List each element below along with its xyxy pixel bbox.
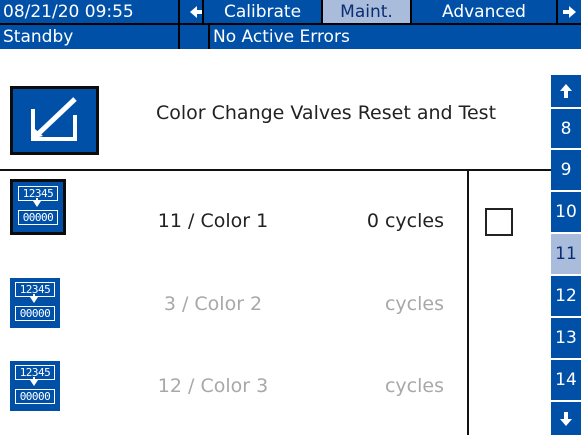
tab-calibrate[interactable]: Calibrate: [204, 0, 321, 23]
tab-maint[interactable]: Maint.: [323, 0, 410, 23]
counter-reset-icon: 12345 00000: [14, 282, 56, 324]
arrow-left-icon: [189, 5, 202, 18]
page-tab-8[interactable]: 8: [551, 109, 581, 148]
test-checkbox[interactable]: [485, 208, 513, 236]
status-spacer: [180, 25, 208, 49]
status-display: Standby: [0, 25, 178, 49]
page-tab-9[interactable]: 9: [551, 150, 581, 190]
cycle-count: cycles: [384, 375, 444, 397]
arrow-up-icon: [560, 84, 572, 98]
page-tab-11[interactable]: 11: [551, 234, 581, 274]
page-tab-10[interactable]: 10: [551, 192, 581, 232]
cycle-count: 0 cycles: [366, 210, 444, 232]
edit-button[interactable]: [10, 86, 99, 155]
page-tab-14[interactable]: 14: [551, 360, 581, 400]
valve-name: 11 / Color 1: [157, 210, 269, 232]
counter-reset-icon: 12345 00000: [14, 365, 56, 407]
nav-forward-button[interactable]: [558, 0, 581, 23]
reset-counter-button[interactable]: 12345 00000: [10, 179, 66, 235]
scroll-up-button[interactable]: [551, 75, 581, 107]
error-status: No Active Errors: [210, 25, 581, 49]
valve-name: 3 / Color 2: [163, 293, 263, 315]
page-title: Color Change Valves Reset and Test: [155, 102, 497, 124]
reset-counter-button[interactable]: 12345 00000: [10, 278, 60, 328]
reset-counter-button[interactable]: 12345 00000: [10, 361, 60, 411]
nav-back-button[interactable]: [180, 0, 202, 23]
page-tab-12[interactable]: 12: [551, 276, 581, 316]
counter-reset-icon: 12345 00000: [17, 186, 59, 228]
datetime-display: 08/21/20 09:55: [0, 0, 178, 23]
arrow-down-icon: [560, 411, 572, 426]
column-divider: [467, 169, 469, 435]
cycle-count: cycles: [384, 293, 444, 315]
arrow-right-icon: [563, 5, 576, 18]
edit-pencil-icon: [31, 97, 77, 141]
valve-name: 12 / Color 3: [157, 375, 269, 397]
scroll-down-button[interactable]: [551, 402, 581, 435]
tab-advanced[interactable]: Advanced: [412, 0, 556, 23]
page-tab-13[interactable]: 13: [551, 318, 581, 358]
